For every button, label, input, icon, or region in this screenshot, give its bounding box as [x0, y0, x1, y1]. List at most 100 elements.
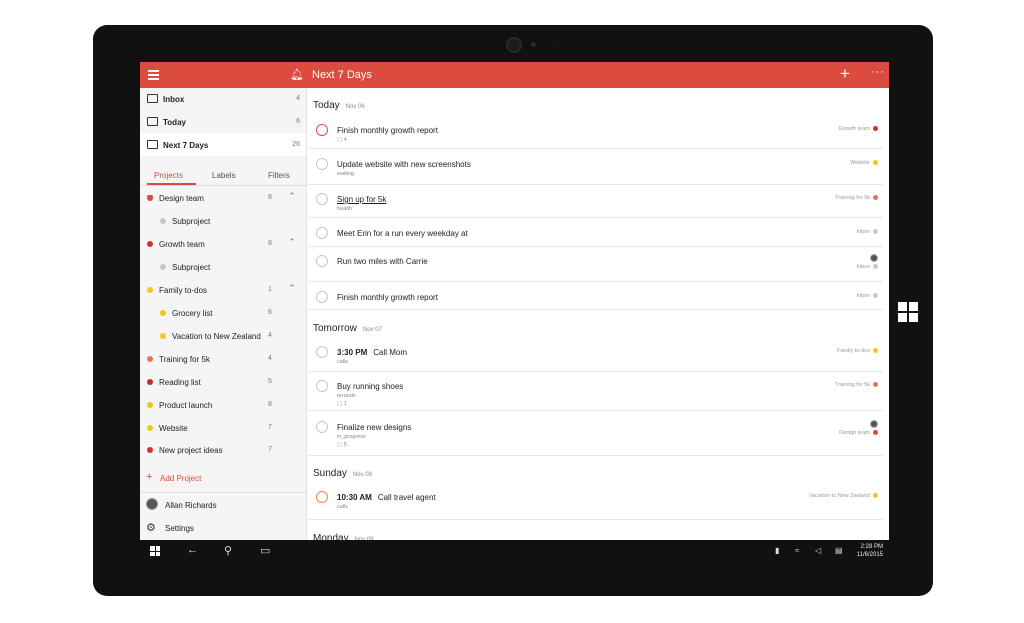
- task-project-tag[interactable]: Inbox: [857, 229, 878, 235]
- task-project-tag[interactable]: Growth team: [839, 126, 878, 132]
- task-row[interactable]: Update website with new screenshots waiti…: [308, 153, 883, 185]
- start-button[interactable]: [150, 546, 160, 556]
- day-date: Nov 08: [352, 472, 372, 478]
- add-task-button[interactable]: +: [840, 64, 850, 84]
- complete-task-checkbox[interactable]: [316, 421, 328, 433]
- sidebar-project-item[interactable]: Website 7: [140, 418, 306, 438]
- more-options-button[interactable]: ···: [871, 66, 885, 78]
- task-project-tag[interactable]: Family to-dos: [837, 348, 878, 354]
- bell-icon[interactable]: 🔔︎: [290, 68, 304, 81]
- project-color-dot: [873, 126, 878, 132]
- task-row[interactable]: Meet Erin for a run every weekday at Inbo…: [308, 222, 883, 247]
- task-project-name: Inbox: [856, 229, 870, 235]
- comment-count-value: 1: [343, 401, 347, 407]
- comment-count[interactable]: ▢ 4: [337, 137, 347, 143]
- project-color-dot: [873, 229, 878, 235]
- project-color-dot: [873, 348, 878, 354]
- day-date: Nov 06: [345, 104, 365, 110]
- task-project-tag[interactable]: Inbox: [857, 264, 878, 270]
- sidebar-project-item[interactable]: New project ideas 7: [140, 440, 306, 460]
- wifi-icon[interactable]: ≈: [795, 546, 799, 555]
- comment-icon: ▢: [337, 401, 344, 407]
- complete-task-checkbox[interactable]: [316, 158, 328, 170]
- tab-labels[interactable]: Labels: [212, 171, 236, 180]
- day-header: Tomorrow Nov 07: [313, 323, 382, 334]
- comment-count[interactable]: ▢ 1: [337, 401, 347, 407]
- chevron-up-icon[interactable]: ⌃: [288, 191, 296, 202]
- sidebar: Inbox 4 Today 6 Next 7 Days 26 Projects …: [140, 88, 307, 540]
- sidebar-item-count: 26: [292, 141, 300, 148]
- windows-logo-icon[interactable]: [898, 302, 918, 322]
- notifications-icon[interactable]: ▤: [835, 546, 843, 555]
- sidebar-item-inbox[interactable]: Inbox 4: [140, 88, 306, 110]
- task-time: 3:30 PM: [337, 348, 368, 357]
- sidebar-item-today[interactable]: Today 6: [140, 111, 306, 133]
- tab-projects[interactable]: Projects: [154, 171, 183, 180]
- project-color-dot: [160, 310, 166, 316]
- task-row[interactable]: 3:30 PM Call Mom calls Family to-dos: [308, 341, 883, 372]
- system-clock[interactable]: 2:28 PM 11/6/2015: [857, 543, 883, 559]
- complete-task-checkbox[interactable]: [316, 291, 328, 303]
- sidebar-project-item[interactable]: Growth team 8 ⌃: [140, 234, 306, 254]
- task-row[interactable]: Finish monthly growth report ▢ 4 Growth te…: [308, 119, 883, 149]
- active-tab-indicator: [147, 183, 196, 185]
- sidebar-project-item[interactable]: Product launch 8: [140, 395, 306, 415]
- project-count: 7: [268, 446, 272, 453]
- task-project-tag[interactable]: Training for 5k: [835, 382, 878, 388]
- sidebar-item-next-7-days[interactable]: Next 7 Days 26: [140, 134, 306, 156]
- task-project-name: Growth team: [838, 126, 870, 132]
- sidebar-project-item[interactable]: Reading list 5: [140, 372, 306, 392]
- sidebar-project-item[interactable]: Subproject: [140, 211, 306, 231]
- task-project-tag[interactable]: Vacation to New Zealand: [809, 493, 878, 499]
- complete-task-checkbox[interactable]: [316, 491, 328, 503]
- task-project-tag[interactable]: Training for 5k: [835, 195, 878, 201]
- sidebar-project-item[interactable]: Design team 8 ⌃: [140, 188, 306, 208]
- comment-count-value: 5: [343, 442, 347, 448]
- complete-task-checkbox[interactable]: [316, 124, 328, 136]
- project-label: Design team: [159, 194, 204, 203]
- complete-task-checkbox[interactable]: [316, 380, 328, 392]
- tab-filters[interactable]: Filters: [268, 171, 290, 180]
- complete-task-checkbox[interactable]: [316, 346, 328, 358]
- task-view-icon[interactable]: ▭: [260, 544, 270, 557]
- sidebar-project-item[interactable]: Subproject: [140, 257, 306, 277]
- sidebar-project-item[interactable]: Family to-dos 1 ⌃: [140, 280, 306, 300]
- search-icon[interactable]: ⚲: [224, 544, 232, 557]
- day-header: Today Nov 06: [313, 100, 365, 111]
- user-profile[interactable]: Allan Richards: [140, 495, 306, 515]
- plus-icon: +: [146, 471, 153, 483]
- task-project-tag[interactable]: Inbox: [857, 293, 878, 299]
- chevron-up-icon[interactable]: ⌃: [288, 237, 296, 248]
- volume-icon[interactable]: ◁: [815, 546, 821, 555]
- project-color-dot: [873, 195, 878, 201]
- sidebar-project-item[interactable]: Grocery list 6: [140, 303, 306, 323]
- complete-task-checkbox[interactable]: [316, 193, 328, 205]
- clock-time: 2:28 PM: [860, 544, 883, 550]
- sidebar-item-label: Next 7 Days: [163, 141, 209, 150]
- chevron-up-icon[interactable]: ⌃: [288, 283, 296, 294]
- app-header: 🔔︎ Next 7 Days + ···: [140, 62, 889, 88]
- back-arrow-icon[interactable]: ←: [187, 544, 198, 556]
- task-row[interactable]: 10:30 AM Call travel agent calls Vacation t…: [308, 486, 883, 520]
- project-color-dot: [873, 382, 878, 388]
- task-row[interactable]: Finish monthly growth report Inbox: [308, 286, 883, 310]
- comment-count[interactable]: ▢ 5: [337, 442, 347, 448]
- project-color-dot: [873, 293, 878, 299]
- day-header: Sunday Nov 08: [313, 468, 372, 479]
- complete-task-checkbox[interactable]: [316, 227, 328, 239]
- hamburger-menu-icon[interactable]: [148, 70, 159, 80]
- settings-button[interactable]: ⚙ Settings: [140, 518, 306, 538]
- task-title-text: Run two miles with Carrie: [337, 257, 428, 266]
- sidebar-project-item[interactable]: Vacation to New Zealand 4: [140, 326, 306, 346]
- task-project-tag[interactable]: Design team: [839, 430, 878, 436]
- task-row[interactable]: Run two miles with Carrie Inbox: [308, 250, 883, 282]
- battery-icon[interactable]: ▮: [775, 546, 779, 555]
- add-project-button[interactable]: + Add Project: [140, 468, 306, 488]
- avatar: [146, 498, 158, 510]
- sidebar-project-item[interactable]: Training for 5k 4: [140, 349, 306, 369]
- task-row[interactable]: Sign up for 5k health Training for 5k: [308, 188, 883, 218]
- task-row[interactable]: Finalize new designs in_progress ▢ 5 Design…: [308, 416, 883, 456]
- task-row[interactable]: Buy running shoes errands ▢ 1 Training for …: [308, 375, 883, 411]
- complete-task-checkbox[interactable]: [316, 255, 328, 267]
- task-project-tag[interactable]: Website: [850, 160, 878, 166]
